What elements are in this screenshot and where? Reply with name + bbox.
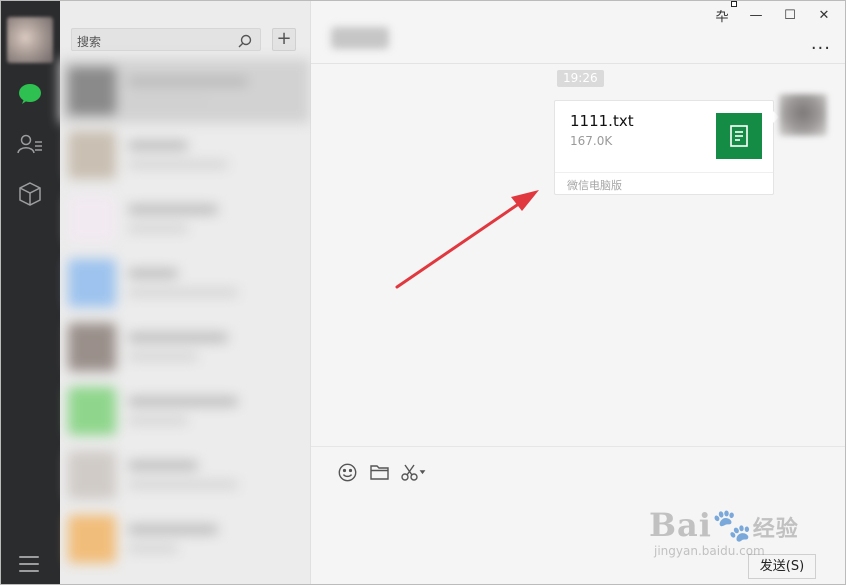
user-avatar[interactable] <box>7 17 53 63</box>
menu-icon[interactable] <box>19 556 39 572</box>
chat-bubble-icon[interactable] <box>15 79 45 109</box>
red-arrow-annotation <box>395 190 539 289</box>
chat-pane: 卆 — ☐ ✕ ... 19:26 1111.txt 167.0K 微信电脑版 <box>311 1 845 584</box>
conversation-items <box>60 59 310 584</box>
folder-icon[interactable] <box>369 462 389 482</box>
search-icon[interactable] <box>238 33 252 52</box>
list-item[interactable] <box>60 443 310 507</box>
wechat-window: 搜索 + 卆 — ☐ ✕ ... 19:26 1111.txt 167.0K 微… <box>0 0 846 585</box>
emoji-icon[interactable] <box>337 462 357 482</box>
list-item[interactable] <box>60 507 310 571</box>
search-placeholder: 搜索 <box>77 35 102 49</box>
conversation-list: 搜索 + <box>60 1 311 584</box>
send-button[interactable]: 发送(S) <box>748 554 816 579</box>
list-item[interactable] <box>60 315 310 379</box>
add-button[interactable]: + <box>272 28 296 51</box>
list-item[interactable] <box>60 59 310 123</box>
contacts-icon[interactable] <box>15 129 45 159</box>
compose-toolbar <box>337 462 427 482</box>
scissors-icon[interactable] <box>401 462 427 482</box>
list-item[interactable] <box>60 123 310 187</box>
list-item[interactable] <box>60 379 310 443</box>
search-input[interactable]: 搜索 <box>71 28 261 51</box>
box-icon[interactable] <box>15 179 45 209</box>
compose-area[interactable]: 发送(S) <box>311 446 845 584</box>
list-item[interactable] <box>60 251 310 315</box>
list-item[interactable] <box>60 187 310 251</box>
sidebar <box>1 1 60 584</box>
